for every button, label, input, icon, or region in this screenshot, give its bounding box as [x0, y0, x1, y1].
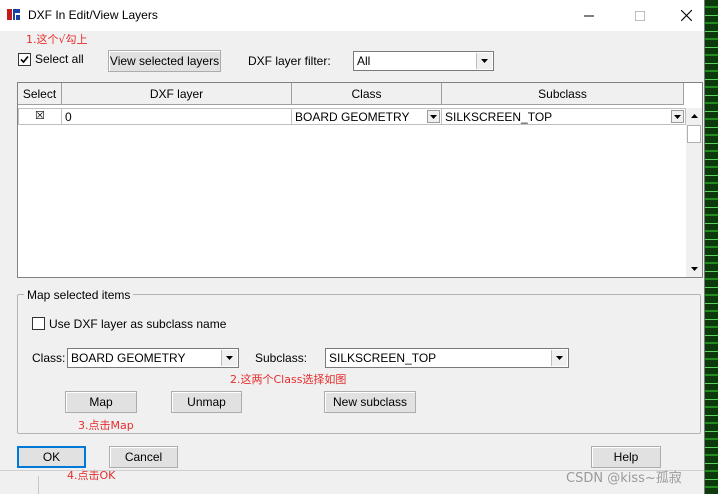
map-group-title: Map selected items [24, 288, 134, 302]
chevron-down-icon [226, 356, 233, 360]
app-icon [6, 7, 21, 22]
new-subclass-button[interactable]: New subclass [324, 391, 416, 413]
subclass-label: Subclass: [255, 351, 308, 365]
grid-vertical-scrollbar[interactable] [686, 108, 702, 277]
row-class-value: BOARD GEOMETRY [295, 110, 410, 124]
row-select-cell[interactable]: ☒ [18, 108, 62, 125]
column-header-label: Subclass [538, 86, 587, 101]
view-selected-layers-button[interactable]: View selected layers [108, 50, 221, 72]
row-subclass-value: SILKSCREEN_TOP [445, 110, 553, 124]
watermark: CSDN @kiss~孤寂 [566, 471, 682, 486]
subclass-value: SILKSCREEN_TOP [329, 351, 437, 365]
chevron-down-icon [481, 59, 488, 63]
layer-grid: Select DXF layer Class Subclass ☒ 0 BOAR… [17, 82, 703, 278]
dxf-layer-filter-combo[interactable]: All [353, 51, 494, 71]
background-pcb-view [704, 0, 718, 494]
column-header-dxf-layer[interactable]: DXF layer [62, 83, 292, 105]
column-header-select[interactable]: Select [18, 83, 62, 105]
chevron-down-icon [674, 114, 681, 119]
class-combo[interactable]: BOARD GEOMETRY [67, 348, 239, 368]
annotation-step2: 2.这两个Class选择如图 [230, 373, 347, 386]
close-button[interactable] [663, 0, 709, 31]
dxf-layer-filter-value: All [357, 54, 371, 68]
column-header-class[interactable]: Class [292, 83, 442, 105]
column-header-label: DXF layer [149, 86, 204, 101]
window-title: DXF In Edit/View Layers [28, 8, 158, 22]
row-dxf-layer-value: 0 [65, 110, 72, 124]
annotation-step1: 1.这个√勾上 [26, 33, 88, 46]
class-label: Class: [32, 351, 66, 365]
chevron-down-icon [556, 356, 563, 360]
chevron-up-icon [690, 114, 698, 118]
close-icon [680, 10, 692, 21]
unmap-button[interactable]: Unmap [171, 391, 242, 413]
maximize-button[interactable] [617, 0, 663, 31]
dropdown-button[interactable] [476, 53, 492, 69]
scroll-up-button[interactable] [686, 108, 702, 124]
column-header-subclass[interactable]: Subclass [442, 83, 684, 105]
dropdown-button[interactable] [551, 350, 567, 366]
row-subclass-combo[interactable]: SILKSCREEN_TOP [442, 108, 686, 125]
row-select-checkbox[interactable]: ☒ [35, 109, 45, 122]
maximize-icon [635, 10, 645, 21]
checkmark-icon [20, 55, 29, 64]
title-bar: DXF In Edit/View Layers [0, 0, 704, 31]
use-dxf-layer-label: Use DXF layer as subclass name [49, 317, 227, 331]
map-button[interactable]: Map [65, 391, 137, 413]
minimize-button[interactable] [566, 0, 612, 31]
help-button[interactable]: Help [591, 446, 661, 468]
select-all-checkbox[interactable] [18, 53, 31, 66]
use-dxf-layer-checkbox[interactable] [32, 317, 45, 330]
cancel-button[interactable]: Cancel [109, 446, 178, 468]
chevron-down-icon [430, 114, 437, 119]
row-class-combo[interactable]: BOARD GEOMETRY [292, 108, 442, 125]
dropdown-button[interactable] [427, 110, 440, 123]
minimize-icon [584, 15, 594, 16]
class-value: BOARD GEOMETRY [71, 351, 186, 365]
dropdown-button[interactable] [671, 110, 684, 123]
annotation-step3: 3.点击Map [78, 419, 134, 432]
dropdown-button[interactable] [221, 350, 237, 366]
subclass-combo[interactable]: SILKSCREEN_TOP [325, 348, 569, 368]
column-header-label: Select [22, 86, 57, 101]
status-bar-separator [38, 476, 39, 494]
column-header-label: Class [351, 86, 382, 101]
dxf-layers-dialog: DXF In Edit/View Layers 1.这个√勾上 Select a… [0, 0, 705, 494]
scroll-thumb[interactable] [687, 125, 701, 143]
select-all-label: Select all [35, 52, 84, 66]
dxf-layer-filter-label: DXF layer filter: [248, 54, 331, 68]
row-dxf-layer-cell[interactable]: 0 [62, 108, 292, 125]
scroll-down-button[interactable] [686, 261, 702, 277]
chevron-down-icon [690, 267, 698, 271]
ok-button[interactable]: OK [17, 446, 86, 468]
